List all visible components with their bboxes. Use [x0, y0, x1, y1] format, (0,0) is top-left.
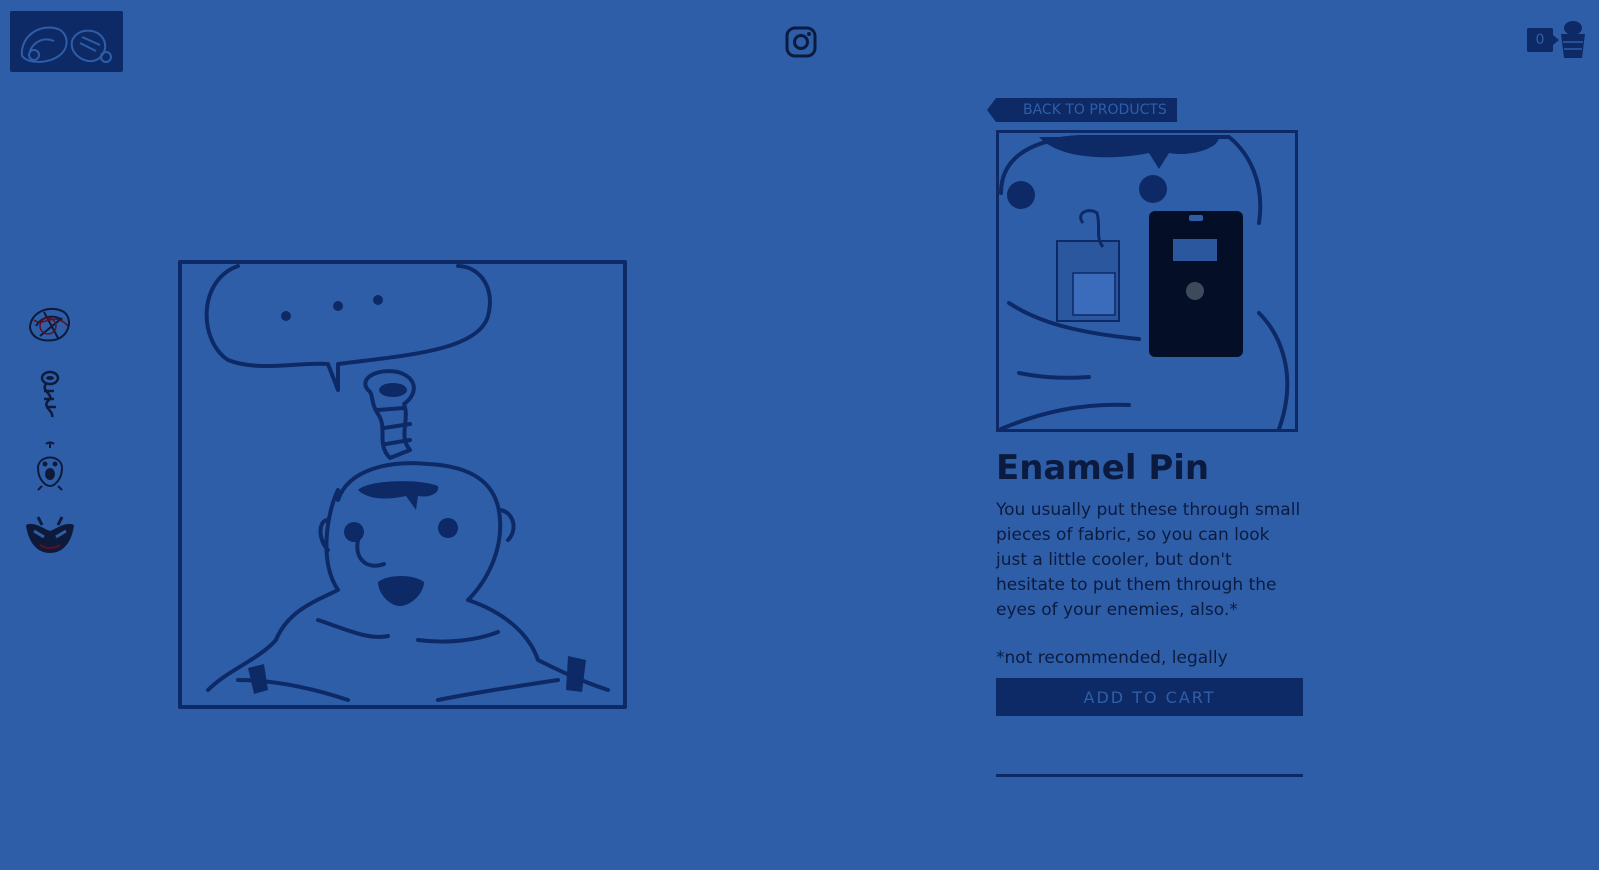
worm-head-illustration [178, 260, 627, 709]
product-main-image [178, 260, 628, 710]
sidebar-item-mask[interactable] [22, 509, 78, 565]
worm-doodle-icon [40, 370, 60, 418]
sidebar-item-shrimp[interactable] [22, 296, 78, 352]
cart-bucket-icon[interactable] [1559, 20, 1587, 60]
instagram-icon [785, 26, 817, 58]
enamel-pin-photo [999, 135, 1290, 429]
product-footnote: *not recommended, legally [996, 648, 1228, 668]
product-thumbnail[interactable] [996, 130, 1298, 432]
cart[interactable]: 0 [1527, 20, 1587, 60]
sidebar-item-creature[interactable] [22, 438, 78, 494]
back-to-products-link[interactable]: BACK TO PRODUCTS [987, 98, 1177, 122]
product-detail-panel: BACK TO PRODUCTS Enamel Pin You usually … [987, 98, 1303, 777]
product-title: Enamel Pin [996, 448, 1210, 488]
sidebar-item-worm[interactable] [22, 367, 78, 423]
product-description: You usually put these through small piec… [996, 500, 1301, 620]
mask-doodle-icon [26, 516, 74, 553]
instagram-link[interactable] [785, 26, 817, 58]
seafood-logo-icon [20, 26, 112, 63]
site-logo[interactable] [10, 11, 123, 72]
section-divider [996, 774, 1303, 777]
creature-doodle-icon [36, 441, 64, 491]
cart-count-badge: 0 [1527, 28, 1559, 52]
add-to-cart-button[interactable]: ADD TO CART [996, 678, 1303, 716]
category-sidebar [22, 296, 78, 580]
shrimp-doodle-icon [28, 307, 70, 342]
